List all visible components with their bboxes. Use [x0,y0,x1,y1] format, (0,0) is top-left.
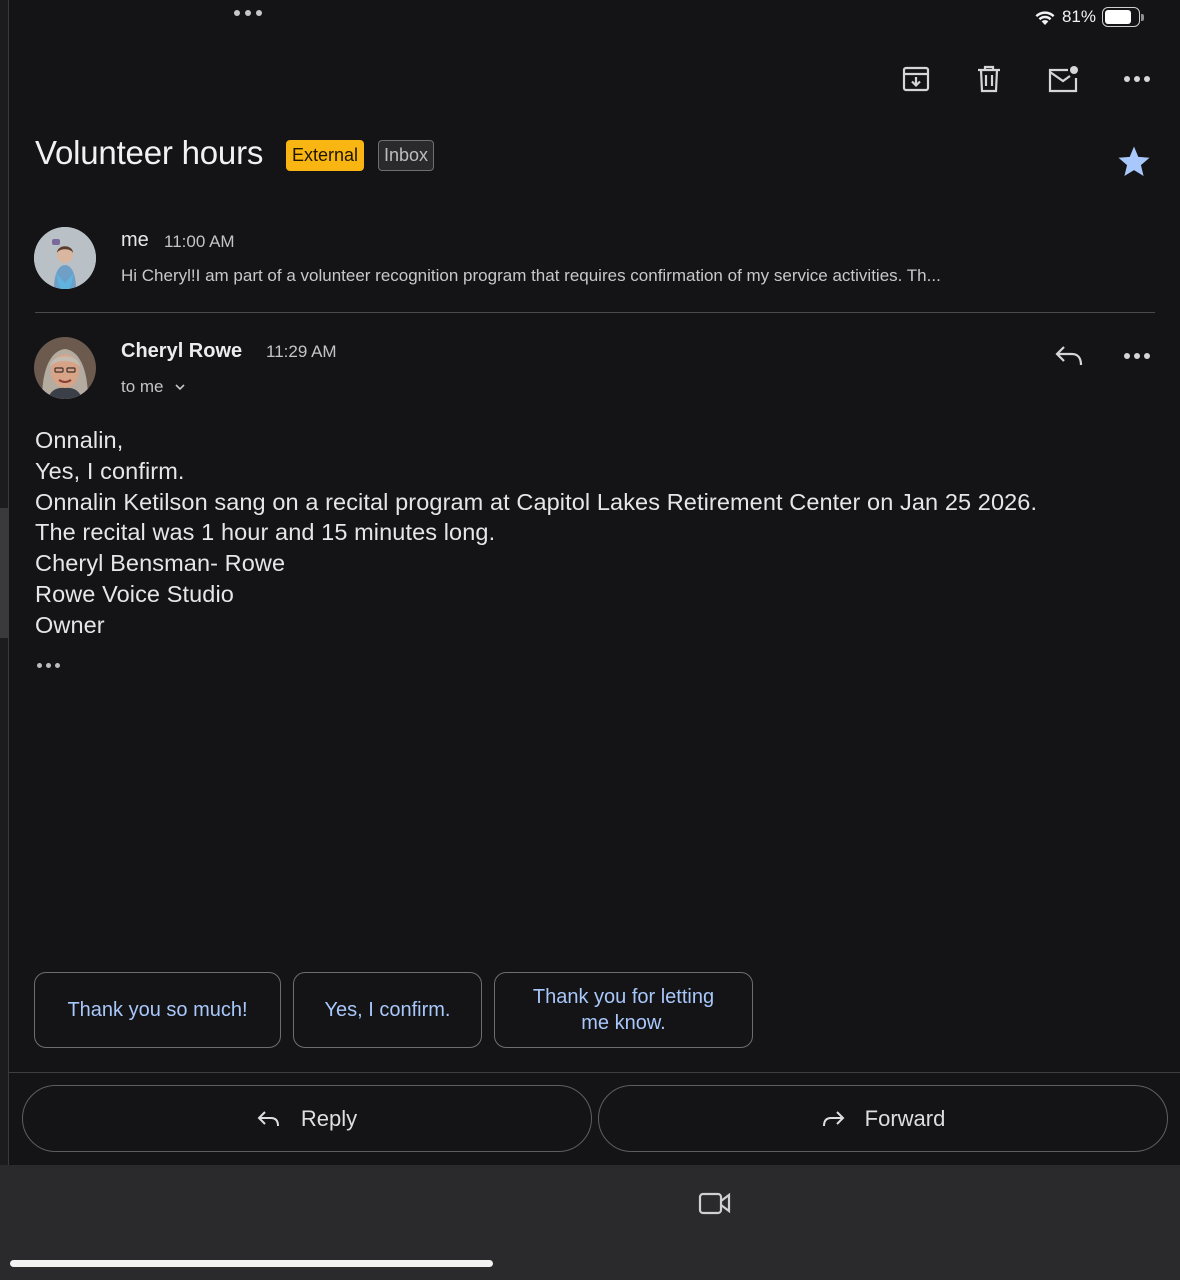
star-icon[interactable] [1116,145,1152,184]
reply-arrow-icon [257,1110,279,1126]
body-line: Yes, I confirm. [35,457,185,484]
smart-reply-chip[interactable]: Thank you for letting me know. [494,972,753,1048]
recipients-label: to me [121,377,164,396]
message-body: Onnalin, Yes, I confirm. Onnalin Ketilso… [35,425,1037,641]
body-line: The recital was 1 hour and 15 minutes lo… [35,519,496,546]
body-line: Onnalin, [35,427,124,453]
wifi-icon [1034,9,1056,26]
forward-button[interactable]: Forward [598,1085,1168,1152]
body-line: Cheryl Bensman- Rowe [35,550,286,577]
avatar-me[interactable] [34,227,96,289]
message-divider [35,312,1155,313]
smart-reply-chip[interactable]: Thank you so much! [34,972,281,1048]
body-line: Rowe Voice Studio [35,580,234,607]
action-bar-divider [9,1072,1180,1073]
mark-unread-icon[interactable] [1046,62,1080,96]
body-line: Owner [35,611,105,638]
smart-reply-chip[interactable]: Yes, I confirm. [293,972,482,1048]
thread-subject: Volunteer hours [35,134,264,171]
label-inbox-badge[interactable]: Inbox [378,140,435,171]
battery-percent: 81% [1061,7,1096,26]
status-bar: 81% [0,0,1180,38]
reply-icon[interactable] [1052,339,1086,373]
home-indicator[interactable] [10,1260,493,1267]
split-view-edge [0,0,9,1165]
show-trimmed-content-icon[interactable] [37,663,60,668]
message-sender: me [121,229,149,251]
avatar-cheryl-rowe[interactable] [34,337,96,399]
message-more-icon[interactable] [1120,339,1154,373]
battery-icon [1102,7,1144,27]
multitasking-dots-icon[interactable] [234,10,262,16]
recipients-toggle[interactable]: to me [121,377,186,397]
chevron-down-icon [174,384,185,391]
forward-arrow-icon [822,1110,845,1126]
status-indicators: 81% [1034,7,1144,27]
split-view-handle[interactable] [0,508,8,638]
forward-label: Forward [864,1105,946,1131]
trash-icon[interactable] [972,62,1006,96]
label-external-badge: External [286,140,365,171]
more-options-icon[interactable] [1120,62,1154,96]
message-time: 11:00 AM [164,232,235,251]
video-camera-icon[interactable] [698,1189,732,1222]
message-snippet[interactable]: Hi Cheryl!I am part of a volunteer recog… [121,266,1121,286]
message-sender: Cheryl Rowe [121,340,243,362]
message-time: 11:29 AM [266,342,337,361]
reply-label: Reply [300,1105,358,1131]
archive-icon[interactable] [899,62,933,96]
reply-button[interactable]: Reply [22,1085,592,1152]
body-line: Onnalin Ketilson sang on a recital progr… [35,488,1038,515]
